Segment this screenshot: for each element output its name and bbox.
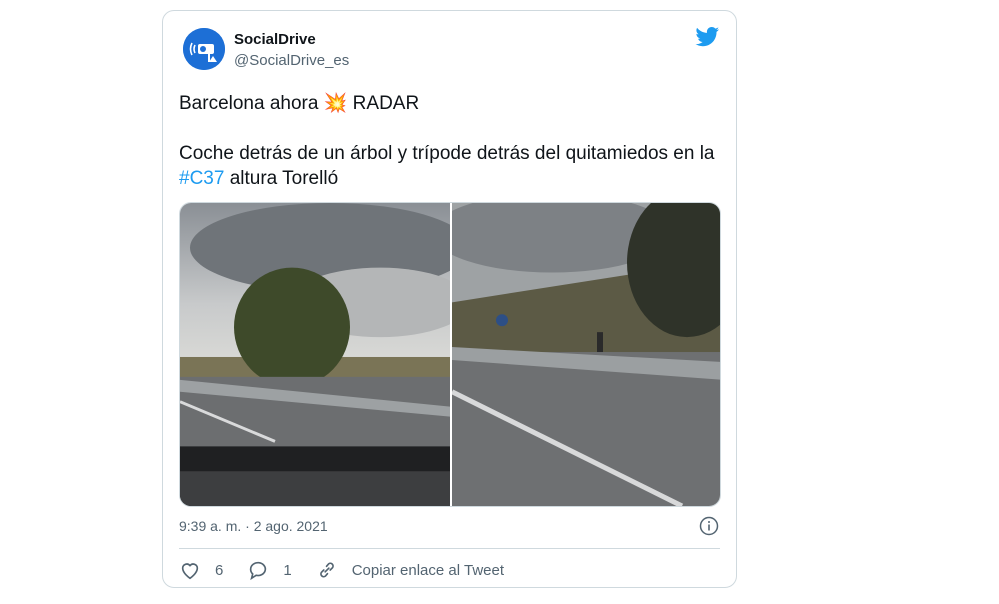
heart-icon [181,563,199,580]
reply-bubble-icon [250,561,267,581]
reply-count: 1 [283,561,292,579]
like-count: 6 [215,561,224,579]
tweet-card[interactable]: SocialDrive @SocialDrive_es Barcelona ah… [162,10,737,588]
speed-camera-logo-icon [183,28,225,70]
twitter-bird-icon[interactable] [695,27,720,47]
tweet-timestamp[interactable]: 9:39 a. m. · 2 ago. 2021 [179,518,328,534]
tweet-line-2-tail: altura Torelló [229,168,339,189]
like-button[interactable]: 6 [179,559,223,581]
tweet-actions: 6 1 Copiar enlace al Tweet [179,558,528,582]
tweet-line-1-text: Barcelona ahora [179,93,319,114]
tweet-line-2-text: Coche detrás de un árbol y trípode detrá… [179,143,715,164]
tweet-line-1-tail: RADAR [352,93,420,114]
info-icon[interactable] [699,516,719,536]
link-icon [319,562,334,578]
photo-guardrail-tripod[interactable] [452,203,721,506]
author-name[interactable]: SocialDrive [234,31,316,48]
copy-link-label: Copiar enlace al Tweet [351,561,505,579]
avatar[interactable] [183,28,225,70]
tweet-text: Barcelona ahora 💥 RADAR Coche detrás de … [179,91,724,191]
hashtag-link[interactable]: #C37 [179,168,224,189]
divider [179,548,720,549]
reply-button[interactable]: 1 [247,559,292,581]
tweet-media[interactable] [179,202,721,507]
photo-tree-road[interactable] [180,203,450,506]
author-handle[interactable]: @SocialDrive_es [234,52,349,69]
tweet-line-2: Coche detrás de un árbol y trípode detrá… [179,141,724,191]
copy-link-button[interactable]: Copiar enlace al Tweet [316,559,504,581]
tweet-line-1: Barcelona ahora 💥 RADAR [179,91,724,116]
collision-emoji: 💥 [323,93,348,114]
